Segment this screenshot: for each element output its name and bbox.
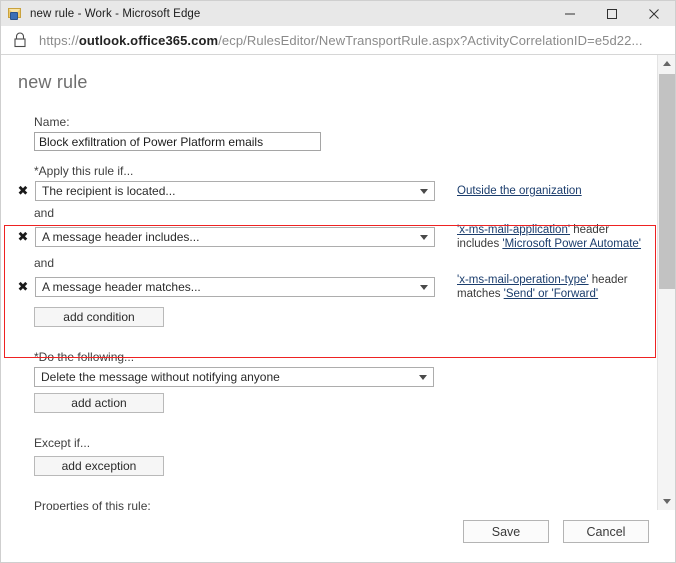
add-condition-button[interactable]: add condition xyxy=(34,307,164,327)
url-path: /ecp/RulesEditor/NewTransportRule.aspx?A… xyxy=(218,32,643,48)
condition-row: ✖ The recipient is located... Outside th… xyxy=(1,181,653,201)
action-row: Delete the message without notifying any… xyxy=(34,367,653,387)
mail-envelope-icon xyxy=(7,6,23,22)
minimize-button[interactable] xyxy=(549,1,591,26)
condition-row: ✖ A message header includes... 'x-ms-mai… xyxy=(1,223,653,251)
close-icon xyxy=(649,8,659,19)
title-bar: new rule - Work - Microsoft Edge xyxy=(1,1,675,26)
action-select-value: Delete the message without notifying any… xyxy=(41,370,280,384)
page-scrollbar[interactable] xyxy=(657,55,675,510)
browser-window: new rule - Work - Microsoft Edge https:/… xyxy=(0,0,676,563)
add-action-button[interactable]: add action xyxy=(34,393,164,413)
condition-description[interactable]: 'x-ms-mail-operation-type' header matche… xyxy=(457,273,652,301)
address-bar[interactable]: https://outlook.office365.com/ecp/RulesE… xyxy=(1,26,675,55)
apply-rule-label: *Apply this rule if... xyxy=(34,164,134,178)
remove-condition-button[interactable]: ✖ xyxy=(16,231,30,244)
condition-select-value: The recipient is located... xyxy=(42,184,176,198)
scroll-up-icon xyxy=(662,61,671,66)
url-host: outlook.office365.com xyxy=(78,32,219,48)
window-title: new rule - Work - Microsoft Edge xyxy=(30,7,201,20)
add-exception-button[interactable]: add exception xyxy=(34,456,164,476)
lock-icon xyxy=(14,32,26,48)
footer-buttons: Save Cancel xyxy=(463,520,649,543)
maximize-icon xyxy=(607,8,617,19)
rule-name-input[interactable] xyxy=(34,132,321,151)
remove-condition-button[interactable]: ✖ xyxy=(16,185,30,198)
maximize-button[interactable] xyxy=(591,1,633,26)
window-controls xyxy=(549,1,675,26)
do-following-label: *Do the following... xyxy=(34,350,135,364)
close-button[interactable] xyxy=(633,1,675,26)
scrollbar-thumb[interactable] xyxy=(659,74,675,289)
condition-select[interactable]: A message header includes... xyxy=(35,227,435,247)
dialog-footer: Save Cancel xyxy=(1,510,675,562)
chevron-down-icon xyxy=(420,285,428,290)
page-title: new rule xyxy=(18,72,88,92)
condition-row: ✖ A message header matches... 'x-ms-mail… xyxy=(1,273,653,301)
remove-condition-button[interactable]: ✖ xyxy=(16,281,30,294)
and-label: and xyxy=(34,206,55,220)
name-label: Name: xyxy=(34,115,70,129)
minimize-icon xyxy=(565,13,575,14)
except-if-label: Except if... xyxy=(34,436,91,450)
cancel-button[interactable]: Cancel xyxy=(563,520,649,543)
save-button[interactable]: Save xyxy=(463,520,549,543)
page-content: new rule Name: *Apply this rule if... ✖ … xyxy=(1,55,675,510)
scroll-up-button[interactable] xyxy=(658,55,675,72)
scroll-down-icon xyxy=(662,499,671,504)
scroll-down-button[interactable] xyxy=(658,493,675,510)
url-text: https://outlook.office365.com/ecp/RulesE… xyxy=(39,33,643,48)
condition-select[interactable]: A message header matches... xyxy=(35,277,435,297)
condition-description[interactable]: Outside the organization xyxy=(457,184,582,198)
chevron-down-icon xyxy=(420,189,428,194)
url-scheme: https:// xyxy=(39,32,79,48)
chevron-down-icon xyxy=(420,235,428,240)
rule-form: Name: *Apply this rule if... ✖ The recip… xyxy=(1,115,653,510)
and-label: and xyxy=(34,256,55,270)
condition-description[interactable]: 'x-ms-mail-application' header includes … xyxy=(457,223,652,251)
chevron-down-icon xyxy=(419,375,427,380)
condition-select-value: A message header matches... xyxy=(42,280,201,294)
properties-label: Properties of this rule: xyxy=(34,499,151,510)
action-select[interactable]: Delete the message without notifying any… xyxy=(34,367,434,387)
condition-select[interactable]: The recipient is located... xyxy=(35,181,435,201)
condition-select-value: A message header includes... xyxy=(42,230,200,244)
